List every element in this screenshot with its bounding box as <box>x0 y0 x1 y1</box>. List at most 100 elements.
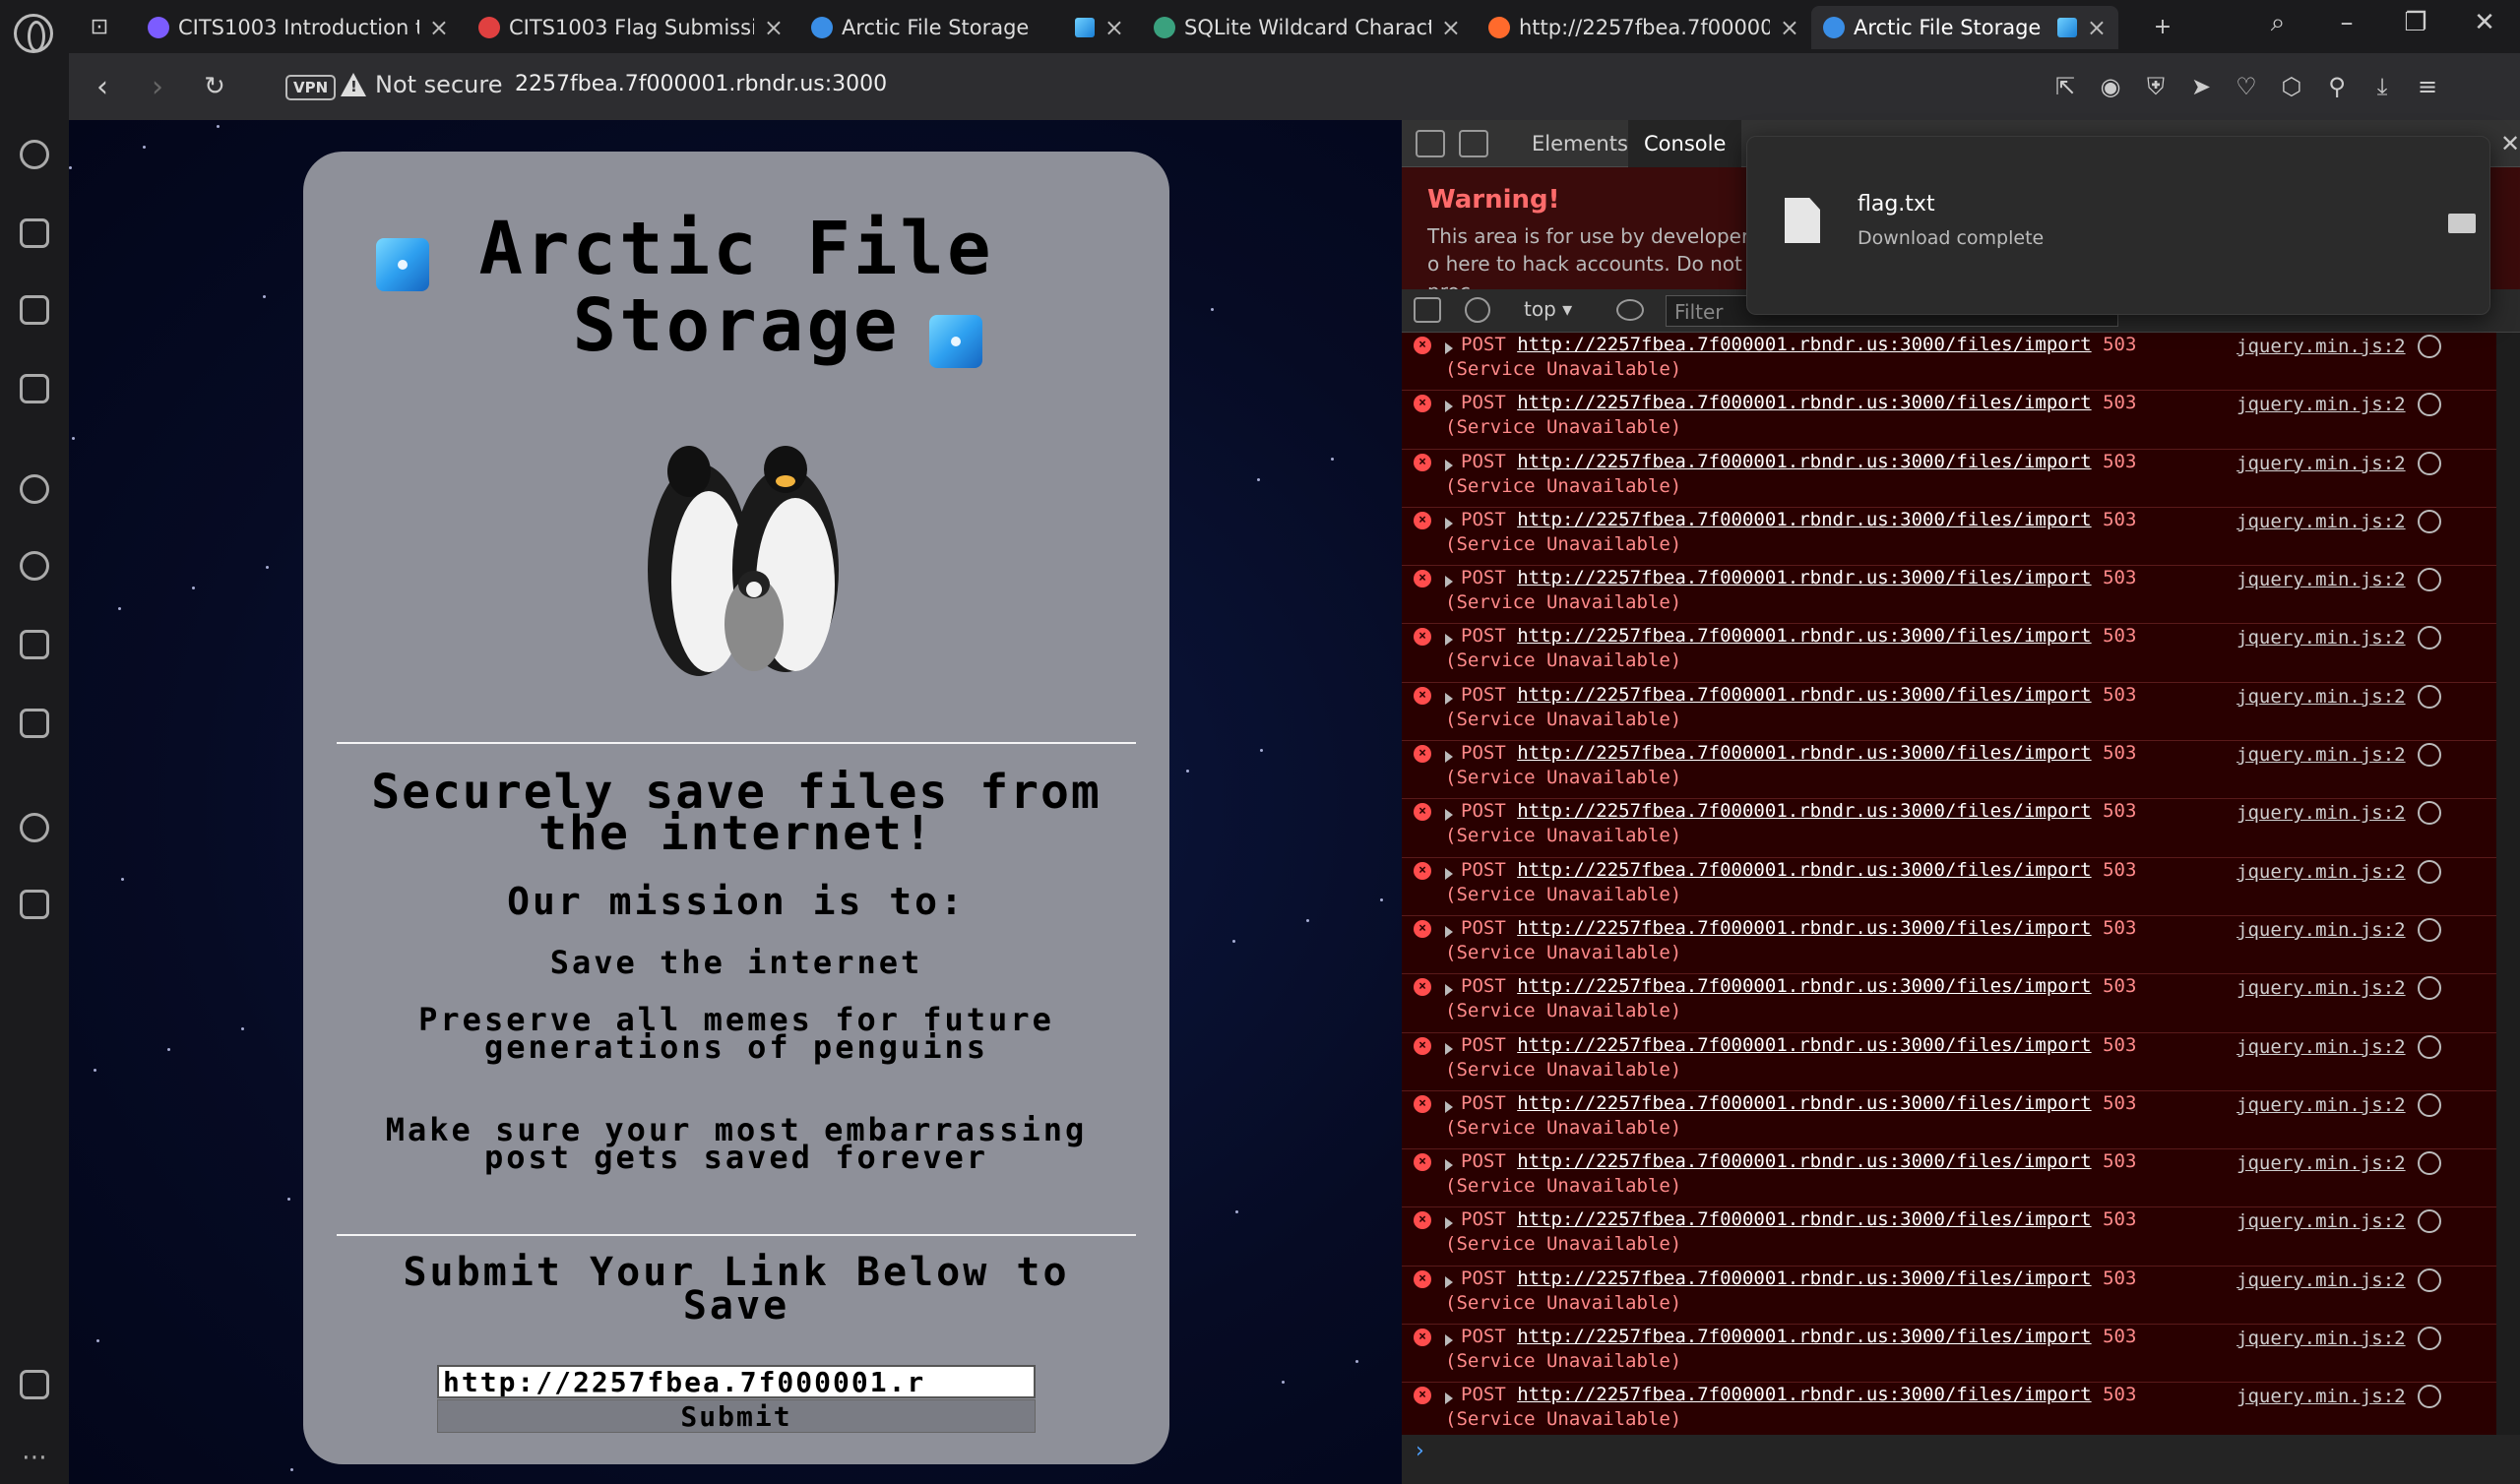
download-icon[interactable]: ⤓ <box>2366 71 2398 102</box>
log-url[interactable]: http://2257fbea.7f000001.rbndr.us:3000/f… <box>1517 1092 2091 1114</box>
twitch-icon[interactable] <box>18 293 51 327</box>
log-source-link[interactable]: jquery.min.js:2 <box>2236 1385 2406 1409</box>
device-toggle-icon[interactable] <box>1459 130 1488 157</box>
expand-triangle-icon[interactable] <box>1445 1100 1453 1113</box>
expand-triangle-icon[interactable] <box>1445 342 1453 354</box>
console-error-row[interactable]: × POST http://2257fbea.7f000001.rbndr.us:… <box>1402 450 2496 508</box>
browser-tab[interactable]: CITS1003 Introduction to C × <box>136 6 461 49</box>
menu-icon[interactable]: ≡ <box>2412 71 2443 102</box>
console-error-row[interactable]: × POST http://2257fbea.7f000001.rbndr.us:… <box>1402 391 2496 450</box>
profile-icon[interactable]: ⚲ <box>2321 71 2353 102</box>
console-error-row[interactable]: × POST http://2257fbea.7f000001.rbndr.us:… <box>1402 1383 2496 1435</box>
log-url[interactable]: http://2257fbea.7f000001.rbndr.us:3000/f… <box>1517 625 2091 647</box>
network-icon[interactable] <box>2418 1151 2441 1176</box>
log-url[interactable]: http://2257fbea.7f000001.rbndr.us:3000/f… <box>1517 1268 2091 1289</box>
network-icon[interactable] <box>2418 1034 2441 1059</box>
network-icon[interactable] <box>2418 1327 2441 1351</box>
log-source-link[interactable]: jquery.min.js:2 <box>2236 452 2406 476</box>
network-icon[interactable] <box>2418 568 2441 592</box>
log-source-link[interactable]: jquery.min.js:2 <box>2236 1093 2406 1118</box>
network-icon[interactable] <box>2418 1209 2441 1234</box>
expand-triangle-icon[interactable] <box>1445 925 1453 938</box>
whatsapp-icon[interactable] <box>18 549 51 583</box>
download-filename[interactable]: flag.txt <box>1858 192 1935 216</box>
log-source-link[interactable]: jquery.min.js:2 <box>2236 1209 2406 1234</box>
network-icon[interactable] <box>2418 509 2441 533</box>
log-url[interactable]: http://2257fbea.7f000001.rbndr.us:3000/f… <box>1517 1326 2091 1347</box>
more-icon[interactable]: ⋯ <box>18 1441 51 1474</box>
log-url[interactable]: http://2257fbea.7f000001.rbndr.us:3000/f… <box>1517 509 2091 530</box>
console-error-row[interactable]: × POST http://2257fbea.7f000001.rbndr.us:… <box>1402 1267 2496 1326</box>
browser-tab[interactable]: http://2257fbea.7f000001.r × <box>1477 6 1811 49</box>
close-tab-icon[interactable]: × <box>1780 14 1799 41</box>
log-source-link[interactable]: jquery.min.js:2 <box>2236 1268 2406 1293</box>
console-error-row[interactable]: × POST http://2257fbea.7f000001.rbndr.us:… <box>1402 741 2496 800</box>
console-error-row[interactable]: × POST http://2257fbea.7f000001.rbndr.us:… <box>1402 1207 2496 1267</box>
vpn-badge[interactable]: VPN <box>285 75 337 100</box>
network-icon[interactable] <box>2418 451 2441 475</box>
log-url[interactable]: http://2257fbea.7f000001.rbndr.us:3000/f… <box>1517 1208 2091 1230</box>
cube-icon[interactable]: ⬡ <box>2276 71 2307 102</box>
network-icon[interactable] <box>2418 1092 2441 1117</box>
browser-logo-icon[interactable] <box>14 14 53 53</box>
expand-triangle-icon[interactable] <box>1445 1042 1453 1055</box>
log-source-link[interactable]: jquery.min.js:2 <box>2236 685 2406 710</box>
network-icon[interactable] <box>2418 684 2441 709</box>
expand-triangle-icon[interactable] <box>1445 1217 1453 1230</box>
log-url[interactable]: http://2257fbea.7f000001.rbndr.us:3000/f… <box>1517 1384 2091 1405</box>
network-icon[interactable] <box>2418 917 2441 942</box>
console-error-row[interactable]: × POST http://2257fbea.7f000001.rbndr.us:… <box>1402 508 2496 567</box>
expand-triangle-icon[interactable] <box>1445 1159 1453 1172</box>
gallery-icon[interactable] <box>18 1368 51 1401</box>
console-error-row[interactable]: × POST http://2257fbea.7f000001.rbndr.us:… <box>1402 916 2496 975</box>
network-icon[interactable] <box>2418 1385 2441 1409</box>
sidebar-toggle-icon[interactable] <box>1414 297 1441 323</box>
console-error-row[interactable]: × POST http://2257fbea.7f000001.rbndr.us:… <box>1402 1149 2496 1208</box>
console-error-row[interactable]: × POST http://2257fbea.7f000001.rbndr.us:… <box>1402 1091 2496 1150</box>
log-source-link[interactable]: jquery.min.js:2 <box>2236 335 2406 359</box>
network-icon[interactable] <box>2418 859 2441 884</box>
gamepad-icon[interactable]: ⊡ <box>83 10 116 43</box>
close-window-icon[interactable]: ✕ <box>2465 8 2504 37</box>
context-selector[interactable]: top ▾ <box>1524 297 1572 321</box>
network-icon[interactable] <box>2418 1268 2441 1292</box>
browser-tab[interactable]: Arctic File Storage × <box>1811 6 2118 49</box>
log-source-link[interactable]: jquery.min.js:2 <box>2236 510 2406 534</box>
instagram-icon[interactable] <box>18 628 51 661</box>
expand-triangle-icon[interactable] <box>1445 459 1453 471</box>
messenger-icon[interactable] <box>18 472 51 506</box>
network-icon[interactable] <box>2418 335 2441 358</box>
expand-triangle-icon[interactable] <box>1445 576 1453 588</box>
expand-triangle-icon[interactable] <box>1445 1334 1453 1347</box>
browser-tab[interactable]: CITS1003 Flag Submission × <box>467 6 795 49</box>
network-icon[interactable] <box>2418 801 2441 826</box>
log-url[interactable]: http://2257fbea.7f000001.rbndr.us:3000/f… <box>1517 800 2091 822</box>
briefcase-icon[interactable] <box>18 216 51 250</box>
inspect-icon[interactable] <box>1416 130 1445 157</box>
minimize-icon[interactable]: – <box>2327 8 2366 37</box>
network-icon[interactable] <box>2418 976 2441 1001</box>
restore-icon[interactable]: ❐ <box>2396 8 2435 37</box>
submit-button[interactable]: Submit <box>437 1399 1036 1433</box>
search-icon[interactable]: ⌕ <box>2258 8 2298 38</box>
log-source-link[interactable]: jquery.min.js:2 <box>2236 976 2406 1001</box>
expand-triangle-icon[interactable] <box>1445 1275 1453 1288</box>
tab-elements[interactable]: Elements <box>1516 120 1644 167</box>
speed-dial-icon[interactable] <box>18 138 51 171</box>
expand-triangle-icon[interactable] <box>1445 517 1453 529</box>
log-source-link[interactable]: jquery.min.js:2 <box>2236 1035 2406 1060</box>
log-source-link[interactable]: jquery.min.js:2 <box>2236 1327 2406 1351</box>
expand-triangle-icon[interactable] <box>1445 401 1453 413</box>
log-source-link[interactable]: jquery.min.js:2 <box>2236 568 2406 592</box>
log-url[interactable]: http://2257fbea.7f000001.rbndr.us:3000/f… <box>1517 859 2091 881</box>
close-tab-icon[interactable]: × <box>1441 14 1461 41</box>
new-tab-icon[interactable]: + <box>2146 10 2179 43</box>
console-error-row[interactable]: × POST http://2257fbea.7f000001.rbndr.us:… <box>1402 1325 2496 1384</box>
log-url[interactable]: http://2257fbea.7f000001.rbndr.us:3000/f… <box>1517 917 2091 939</box>
extensions-cube-icon[interactable] <box>18 888 51 921</box>
log-url[interactable]: http://2257fbea.7f000001.rbndr.us:3000/f… <box>1517 975 2091 997</box>
expand-triangle-icon[interactable] <box>1445 867 1453 880</box>
history-icon[interactable] <box>18 811 51 844</box>
log-url[interactable]: http://2257fbea.7f000001.rbndr.us:3000/f… <box>1517 451 2091 472</box>
open-folder-icon[interactable] <box>2448 214 2476 233</box>
